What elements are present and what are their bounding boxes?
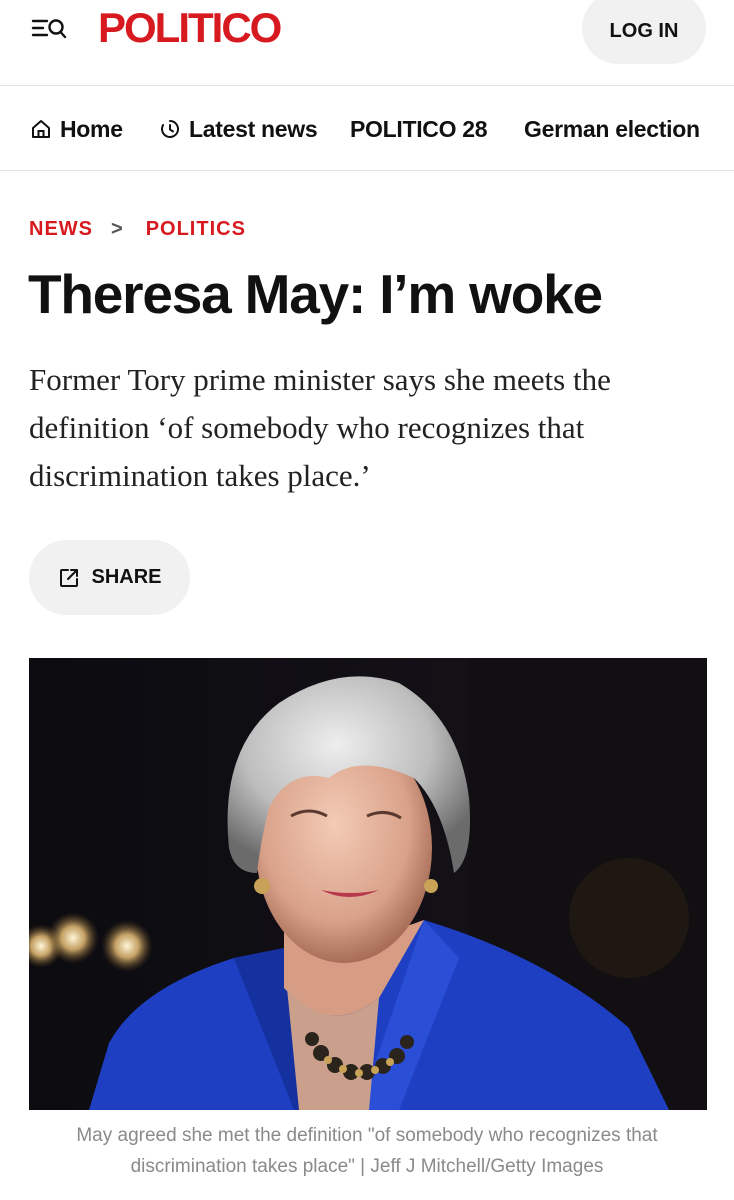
top-bar: POLITICO LOG IN	[0, 0, 734, 86]
share-button[interactable]: SHARE	[29, 540, 190, 615]
home-icon	[32, 120, 50, 138]
breadcrumb-separator: >	[111, 217, 124, 240]
login-button[interactable]: LOG IN	[582, 0, 706, 64]
nav-item-label: POLITICO 28	[350, 115, 488, 142]
section-nav: Home Latest news POLITICO 28 German elec…	[0, 86, 734, 171]
nav-item-politico-28[interactable]: POLITICO 28	[350, 115, 488, 143]
menu-search-icon[interactable]	[30, 12, 70, 44]
article-photo[interactable]	[29, 658, 707, 1110]
politico-logo[interactable]: POLITICO	[98, 3, 282, 53]
article-headline: Theresa May: I’m woke	[28, 263, 603, 325]
nav-item-label: German election	[524, 115, 700, 142]
breadcrumb-news[interactable]: NEWS	[29, 218, 93, 241]
nav-item-label: Latest news	[189, 115, 318, 142]
breadcrumb: NEWS > POLITICS	[29, 216, 246, 242]
nav-item-label: Home	[60, 115, 123, 142]
nav-item-home[interactable]: Home	[30, 115, 123, 143]
clock-icon	[161, 119, 179, 138]
article-dek: Former Tory prime minister says she meet…	[29, 362, 611, 493]
portrait-image	[29, 658, 707, 1110]
share-label: SHARE	[91, 566, 162, 588]
photo-caption: May agreed she met the definition "of so…	[76, 1125, 658, 1177]
nav-item-german-election[interactable]: German election	[524, 115, 700, 143]
nav-item-latest-news[interactable]: Latest news	[159, 115, 318, 143]
breadcrumb-politics[interactable]: POLITICS	[146, 218, 246, 241]
share-icon	[60, 568, 79, 587]
